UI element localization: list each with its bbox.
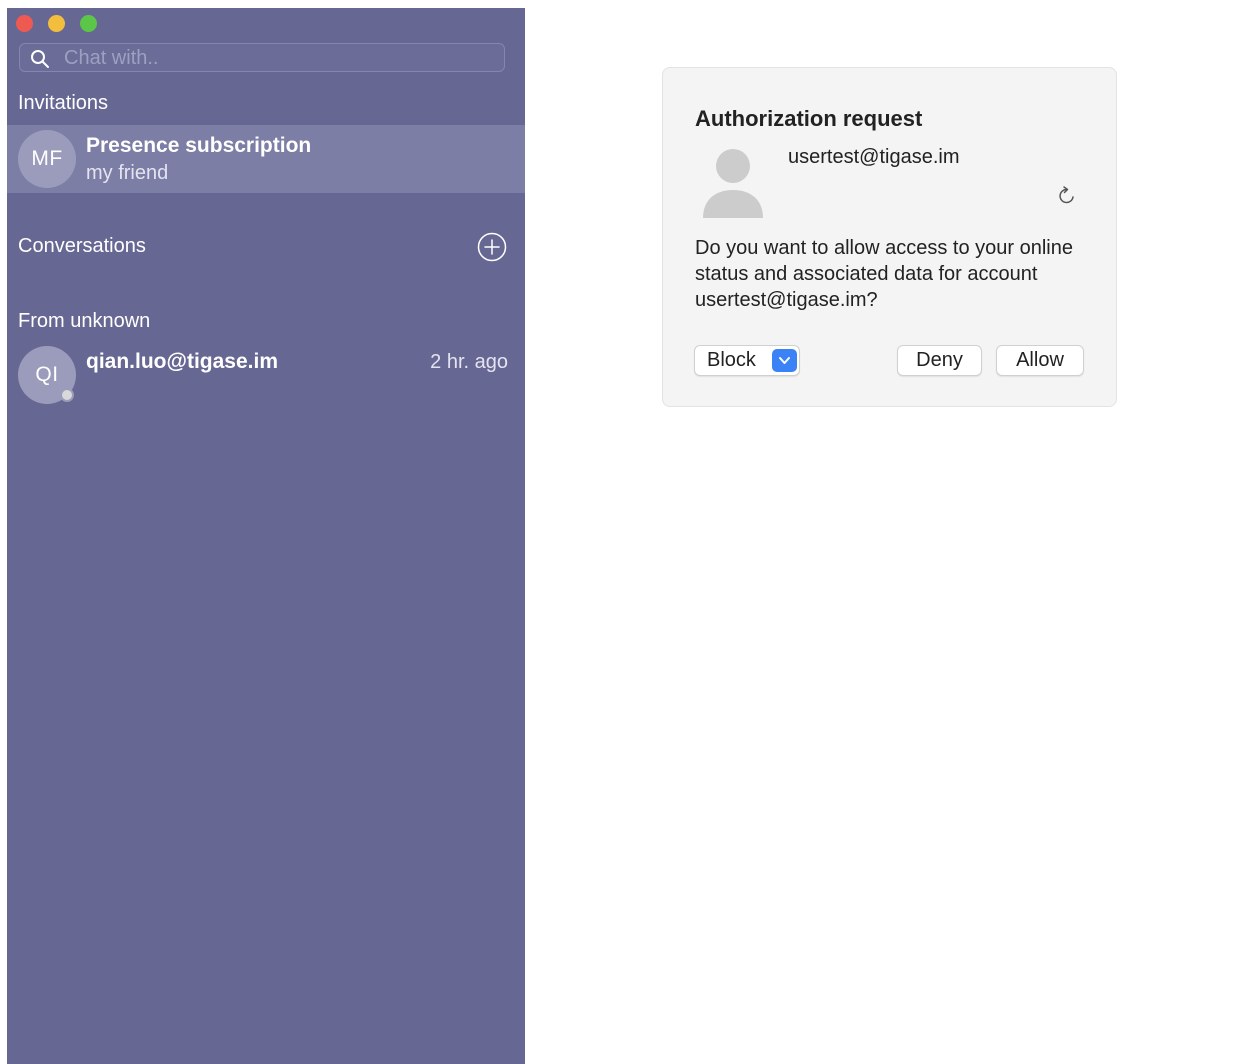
block-dropdown-label: Block <box>707 349 756 371</box>
refresh-icon[interactable] <box>1056 185 1078 207</box>
add-conversation-button[interactable] <box>477 232 507 262</box>
deny-button[interactable]: Deny <box>897 345 982 376</box>
allow-button[interactable]: Allow <box>996 345 1084 376</box>
conversations-heading: Conversations <box>18 235 146 257</box>
conversation-item-qian-luo[interactable]: QI qian.luo@tigase.im 2 hr. ago <box>7 342 525 412</box>
maximize-window-button[interactable] <box>80 15 97 32</box>
invitation-item-presence-subscription[interactable]: MF Presence subscription my friend <box>7 125 525 193</box>
invitation-title: Presence subscription <box>86 134 312 157</box>
requester-jid: usertest@tigase.im <box>788 146 960 168</box>
from-unknown-heading: From unknown <box>18 310 151 332</box>
app-window: Invitations MF Presence subscription my … <box>7 8 1253 1064</box>
authorization-request-card: Authorization request usertest@tigase.im… <box>662 67 1117 407</box>
conversation-time: 2 hr. ago <box>430 351 508 373</box>
search-icon <box>31 50 49 68</box>
authorization-title: Authorization request <box>695 106 923 131</box>
user-avatar-icon <box>703 149 763 218</box>
block-dropdown[interactable]: Block <box>694 345 800 376</box>
search-input[interactable] <box>64 46 494 70</box>
chevron-down-icon <box>772 349 797 372</box>
invitation-subtitle: my friend <box>86 162 169 184</box>
invitations-heading: Invitations <box>18 92 109 114</box>
conversation-name: qian.luo@tigase.im <box>86 350 279 373</box>
avatar: MF <box>18 130 76 188</box>
authorization-message: Do you want to allow access to your onli… <box>695 237 1073 311</box>
presence-status-dot <box>60 388 74 402</box>
minimize-window-button[interactable] <box>48 15 65 32</box>
sidebar: Invitations MF Presence subscription my … <box>7 8 525 1064</box>
main-pane: Authorization request usertest@tigase.im… <box>525 8 1253 1064</box>
close-window-button[interactable] <box>16 15 33 32</box>
search-box[interactable] <box>19 43 505 72</box>
